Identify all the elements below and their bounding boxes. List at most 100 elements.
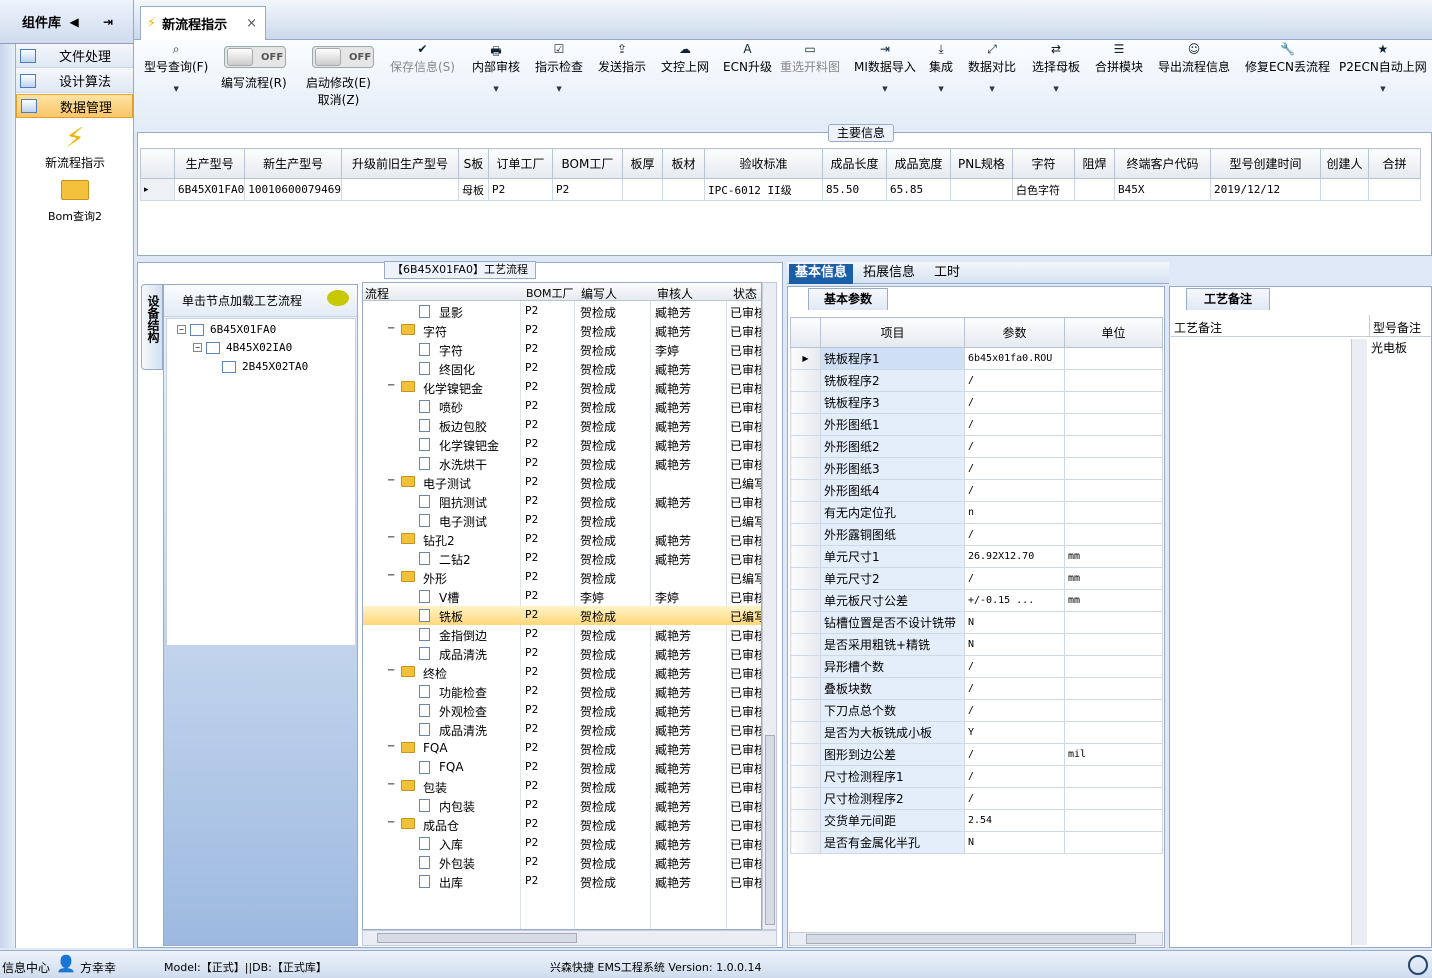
col-header[interactable]: 新生产型号 bbox=[244, 148, 342, 179]
main-info-cell[interactable]: 10010600079469 bbox=[244, 178, 342, 201]
data-compare-button[interactable]: ⤢ 数据对比 ▼ bbox=[968, 42, 1016, 93]
row-indicator[interactable] bbox=[790, 545, 821, 568]
row-indicator[interactable] bbox=[790, 391, 821, 414]
collapse-icon[interactable]: − bbox=[387, 532, 395, 543]
sidebar-item-algorithm[interactable]: 设计算法 bbox=[16, 69, 133, 93]
param-value[interactable]: 26.92X12.70 bbox=[964, 545, 1065, 568]
ecn-upgrade-button[interactable]: A ECN升级 bbox=[723, 42, 772, 75]
main-info-cell[interactable] bbox=[1073, 178, 1115, 201]
main-info-cell[interactable] bbox=[949, 178, 1013, 201]
param-item[interactable]: 图形到边公差 bbox=[820, 743, 965, 766]
param-item[interactable]: 单元尺寸1 bbox=[820, 545, 965, 568]
launcher-new-flow[interactable]: ⚡ 新流程指示 bbox=[30, 122, 120, 171]
param-value[interactable]: / bbox=[964, 567, 1065, 590]
param-value[interactable]: / bbox=[964, 457, 1065, 480]
doc-online-button[interactable]: ☁ 文控上网 bbox=[661, 42, 709, 75]
param-value[interactable]: +/-0.15 ... bbox=[964, 589, 1065, 612]
param-value[interactable]: / bbox=[964, 369, 1065, 392]
flow-row[interactable]: − 包装 P2 贺检成 臧艳芳 已审核 bbox=[363, 777, 761, 796]
param-value[interactable]: / bbox=[964, 677, 1065, 700]
flow-row[interactable]: 电子测试 P2 贺检成 已编写 bbox=[363, 511, 761, 530]
param-item[interactable]: 单元尺寸2 bbox=[820, 567, 965, 590]
param-unit[interactable]: mm bbox=[1064, 545, 1163, 568]
launcher-bom-query[interactable]: Bom查询2 bbox=[30, 180, 120, 224]
param-value[interactable]: / bbox=[964, 765, 1065, 788]
flow-row[interactable]: 外包装 P2 贺检成 臧艳芳 已审核 bbox=[363, 853, 761, 872]
write-flow-toggle[interactable]: OFF bbox=[224, 46, 286, 68]
reselect-cut-button[interactable]: ▭ 重选开料图 bbox=[780, 42, 840, 75]
flow-row[interactable]: − 电子测试 P2 贺检成 已编写 bbox=[363, 473, 761, 492]
col-header[interactable]: 订单工厂 bbox=[487, 148, 553, 179]
param-item[interactable]: 交货单元间距 bbox=[820, 809, 965, 832]
param-item[interactable]: 外形露铜图纸 bbox=[820, 523, 965, 546]
param-value[interactable]: N bbox=[964, 611, 1065, 634]
close-icon[interactable]: × bbox=[246, 16, 257, 31]
param-item[interactable]: 下刀点总个数 bbox=[820, 699, 965, 722]
tree-node[interactable]: 2B45X02TA0 bbox=[222, 360, 308, 373]
tab-craft-notes[interactable]: 工艺备注 bbox=[1186, 288, 1270, 310]
tab-extended-info[interactable]: 拓展信息 bbox=[857, 264, 921, 284]
param-item[interactable]: 尺寸检测程序2 bbox=[820, 787, 965, 810]
param-item[interactable]: 是否有金属化半孔 bbox=[820, 831, 965, 854]
param-unit[interactable] bbox=[1064, 831, 1163, 854]
params-horizontal-scrollbar[interactable] bbox=[789, 932, 1163, 946]
main-info-cell[interactable]: P2 bbox=[487, 178, 553, 201]
flow-row[interactable]: 水洗烘干 P2 贺检成 臧艳芳 已审核 bbox=[363, 454, 761, 473]
instruction-check-button[interactable]: ☑ 指示检查 ▼ bbox=[535, 42, 583, 93]
cancel-label[interactable]: 取消(Z) bbox=[318, 93, 360, 107]
flow-row[interactable]: 外观检查 P2 贺检成 臧艳芳 已审核 bbox=[363, 701, 761, 720]
flow-row[interactable]: 显影 P2 贺检成 臧艳芳 已审核 bbox=[363, 302, 761, 321]
info-center-link[interactable]: 信息中心 bbox=[2, 959, 50, 976]
row-indicator[interactable] bbox=[790, 743, 821, 766]
param-unit[interactable] bbox=[1064, 721, 1163, 744]
main-info-cell[interactable]: P2 bbox=[551, 178, 623, 201]
param-row[interactable]: 外形图纸2/ bbox=[790, 435, 1163, 458]
collapse-icon[interactable]: − bbox=[387, 475, 395, 486]
col-header[interactable]: 生产型号 bbox=[173, 148, 246, 179]
model-query-button[interactable]: ⌕ 型号查询(F) ▼ bbox=[144, 42, 208, 93]
param-unit[interactable] bbox=[1064, 413, 1163, 436]
select-mother-board-button[interactable]: ⇄ 选择母板 ▼ bbox=[1032, 42, 1080, 93]
param-unit[interactable]: mm bbox=[1064, 567, 1163, 590]
param-unit[interactable] bbox=[1064, 523, 1163, 546]
flow-vertical-scrollbar[interactable] bbox=[762, 282, 777, 930]
param-row[interactable]: 交货单元间距 2.54 bbox=[790, 809, 1163, 832]
main-info-cell[interactable]: IPC-6012 II级 bbox=[703, 178, 823, 201]
flow-row[interactable]: FQA P2 贺检成 臧艳芳 已审核 bbox=[363, 758, 761, 777]
row-indicator[interactable] bbox=[790, 721, 821, 744]
param-row[interactable]: 钻槽位置是否不设计铣带 N bbox=[790, 611, 1163, 634]
col-header[interactable]: 字符 bbox=[1011, 148, 1075, 179]
param-unit[interactable] bbox=[1064, 611, 1163, 634]
main-info-cell[interactable] bbox=[1319, 178, 1369, 201]
main-info-cell[interactable] bbox=[340, 178, 459, 201]
param-unit[interactable] bbox=[1064, 391, 1163, 414]
tab-device-structure[interactable]: 设备结构 bbox=[141, 284, 163, 370]
param-row[interactable]: 图形到边公差 / mil bbox=[790, 743, 1163, 766]
param-value[interactable]: / bbox=[964, 743, 1065, 766]
main-info-cell[interactable] bbox=[1367, 178, 1421, 201]
param-unit[interactable] bbox=[1064, 347, 1163, 370]
param-row[interactable]: 外形图纸3/ bbox=[790, 457, 1163, 480]
row-indicator[interactable] bbox=[790, 479, 821, 502]
row-indicator[interactable] bbox=[790, 611, 821, 634]
integrate-button[interactable]: ⤓ 集成 ▼ bbox=[929, 42, 953, 93]
start-modify-toggle[interactable]: OFF bbox=[312, 46, 374, 68]
col-header[interactable]: 终端客户代码 bbox=[1113, 148, 1211, 179]
param-unit[interactable] bbox=[1064, 457, 1163, 480]
row-indicator[interactable] bbox=[790, 523, 821, 546]
param-row[interactable]: 异形槽个数 / bbox=[790, 655, 1163, 678]
param-row[interactable]: 铣板程序2/ bbox=[790, 369, 1163, 392]
param-item[interactable]: 是否采用粗铣+精铣 bbox=[820, 633, 965, 656]
row-indicator[interactable] bbox=[790, 501, 821, 524]
param-row[interactable]: 外形露铜图纸 / bbox=[790, 523, 1163, 546]
row-indicator[interactable] bbox=[790, 435, 821, 458]
merge-module-button[interactable]: ☰ 合拼模块 bbox=[1095, 42, 1143, 75]
param-value[interactable]: / bbox=[964, 787, 1065, 810]
param-value[interactable]: / bbox=[964, 523, 1065, 546]
internal-review-button[interactable]: 🖶 内部审核 ▼ bbox=[472, 42, 520, 93]
main-info-cell[interactable]: 85.50 bbox=[821, 178, 887, 201]
col-header[interactable]: PNL规格 bbox=[949, 148, 1013, 179]
flow-row[interactable]: − 成品仓 P2 贺检成 臧艳芳 已审核 bbox=[363, 815, 761, 834]
flow-row[interactable]: − 钻孔2 P2 贺检成 臧艳芳 已审核 bbox=[363, 530, 761, 549]
param-unit[interactable] bbox=[1064, 369, 1163, 392]
